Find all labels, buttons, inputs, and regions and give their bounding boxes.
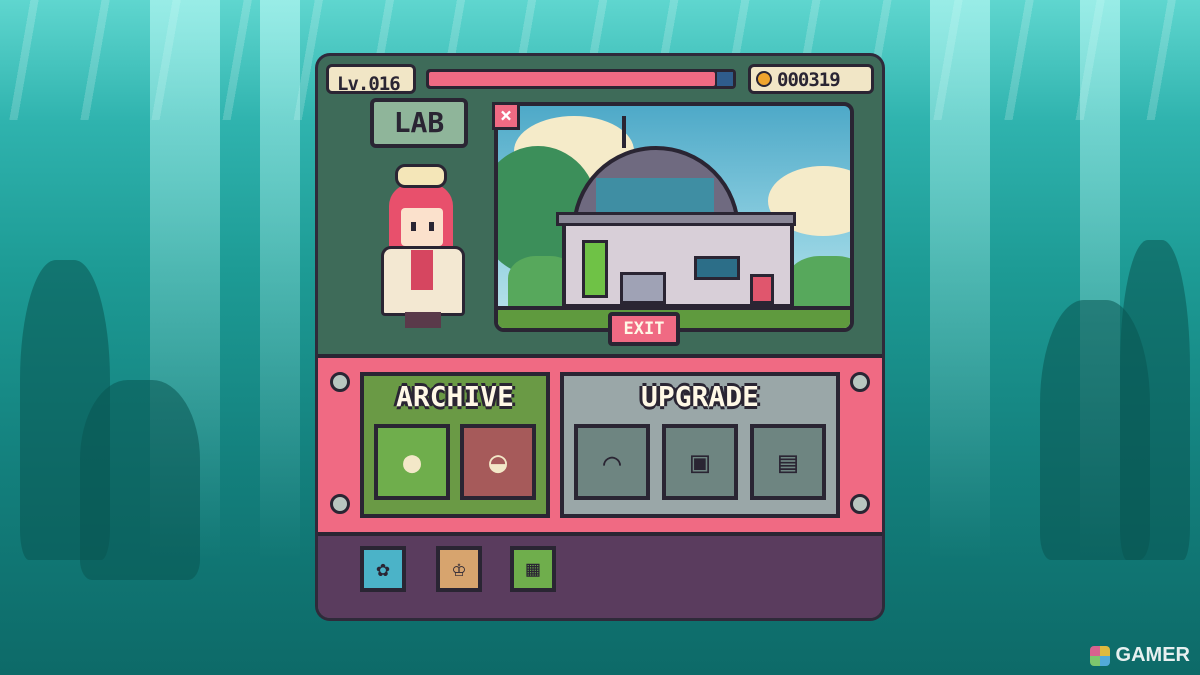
xp-bar <box>426 69 736 89</box>
level-box: Lv.016 <box>326 64 416 95</box>
lab-scene <box>494 102 854 332</box>
watermark-text: GAMER <box>1115 644 1190 666</box>
character-bow <box>395 164 447 188</box>
chair <box>750 274 774 304</box>
lab-roof <box>556 212 796 226</box>
save-icon: ▦ <box>526 556 540 582</box>
bolt-icon <box>330 494 350 514</box>
bolt-icon <box>850 494 870 514</box>
chick-icon: ● <box>402 444 422 480</box>
gear-icon: ✿ <box>376 556 390 582</box>
bush <box>788 256 850 312</box>
bread-icon: ◒ <box>488 444 508 480</box>
archive-title: ARCHIVE <box>395 380 514 413</box>
trophy-icon: ♔ <box>452 556 466 582</box>
level-label: Lv.016 <box>337 73 401 95</box>
specimen-tank <box>582 240 608 298</box>
character-face <box>401 208 443 246</box>
light-ray <box>930 0 990 560</box>
bolt-icon <box>330 372 350 392</box>
location-label: LAB <box>370 98 468 148</box>
gamer-logo-icon <box>1089 645 1110 666</box>
coin-counter: 000319 <box>748 64 874 94</box>
upgrade-panel: UPGRADE ⌒ ▣ ▤ <box>560 372 840 518</box>
xp-bar-end <box>717 72 733 86</box>
xp-fill <box>429 72 715 86</box>
wall-monitor <box>694 256 740 280</box>
coin-count: 000319 <box>777 69 841 91</box>
container-icon: ▣ <box>690 444 710 480</box>
watermark: GAMER <box>1089 644 1190 667</box>
exit-button[interactable]: EXIT <box>608 312 680 346</box>
settings-button[interactable]: ✿ <box>360 546 406 592</box>
bottom-bar: ✿ ♔ ▦ <box>318 536 882 618</box>
upgrade-slot-machine[interactable]: ▤ <box>750 424 826 500</box>
scientist-character <box>373 164 473 329</box>
upgrade-title: UPGRADE <box>640 380 759 413</box>
game-panel: Lv.016 000319 LAB × EXIT ARCHIVE ● ◒ UPG… <box>318 56 882 618</box>
seaweed <box>80 380 200 580</box>
light-ray <box>260 0 300 560</box>
character-eye <box>429 222 434 231</box>
archive-slot-bread[interactable]: ◒ <box>460 424 536 500</box>
microscope-icon: ⌒ <box>602 444 622 480</box>
hud-bar: Lv.016 000319 <box>326 64 874 95</box>
machine-icon: ▤ <box>778 444 798 480</box>
character-eye <box>411 222 416 231</box>
trophy-button[interactable]: ♔ <box>436 546 482 592</box>
lab-console <box>620 272 666 304</box>
upgrade-slot-container[interactable]: ▣ <box>662 424 738 500</box>
antenna <box>622 116 626 148</box>
upgrade-slot-microscope[interactable]: ⌒ <box>574 424 650 500</box>
menu-section: ARCHIVE ● ◒ UPGRADE ⌒ ▣ ▤ <box>318 354 882 536</box>
bolt-icon <box>850 372 870 392</box>
character-legs <box>405 312 441 328</box>
archive-panel: ARCHIVE ● ◒ <box>360 372 550 518</box>
seaweed <box>1120 240 1190 560</box>
save-button[interactable]: ▦ <box>510 546 556 592</box>
close-button[interactable]: × <box>492 102 520 130</box>
character-shirt <box>411 250 433 290</box>
coin-icon <box>756 71 772 87</box>
archive-slot-chick[interactable]: ● <box>374 424 450 500</box>
